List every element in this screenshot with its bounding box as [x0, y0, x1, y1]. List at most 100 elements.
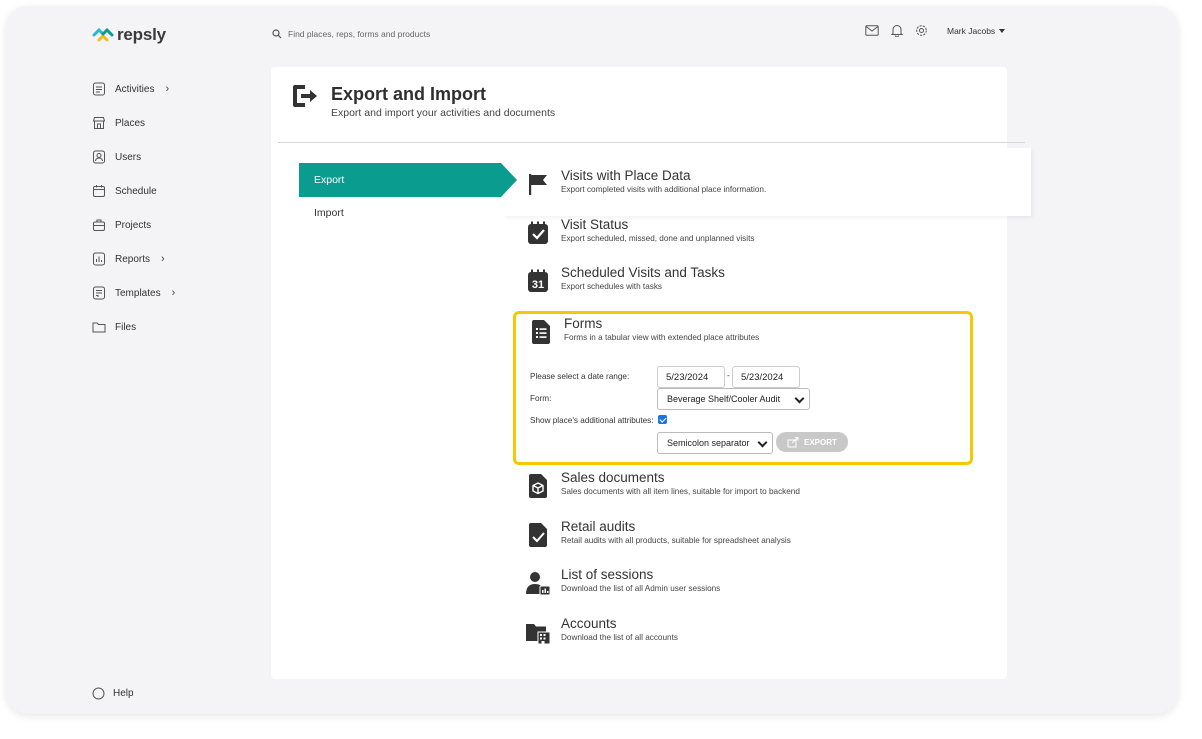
export-desc: Download the list of all accounts — [561, 633, 678, 642]
sidebar-item-activities[interactable]: Activities › — [92, 72, 242, 106]
separator-select[interactable]: Semicolon separator — [657, 432, 773, 454]
help-label: Help — [113, 688, 134, 699]
page-header: Export and Import Export and import your… — [291, 83, 555, 119]
export-arrow-icon — [787, 436, 799, 447]
checkbox-icon — [525, 219, 551, 247]
chevron-right-icon: › — [161, 253, 165, 265]
attributes-checkbox[interactable] — [658, 415, 667, 424]
sidebar-item-label: Places — [115, 117, 146, 129]
export-title: Accounts — [561, 616, 617, 631]
chart-icon — [92, 252, 106, 266]
export-desc: Download the list of all Admin user sess… — [561, 584, 721, 593]
date-from-input[interactable] — [657, 366, 725, 388]
sidebar-item-files[interactable]: Files — [92, 310, 242, 344]
app-window: repsly Mark Jacobs Activities › — [6, 6, 1178, 714]
export-button[interactable]: EXPORT — [776, 432, 848, 452]
sidebar-item-users[interactable]: Users — [92, 140, 242, 174]
repsly-logo-icon — [92, 27, 114, 42]
sidebar: Activities › Places Users Schedule Proje… — [92, 72, 242, 344]
sessions-icon — [525, 569, 551, 597]
accounts-icon — [525, 618, 551, 646]
user-name: Mark Jacobs — [947, 26, 996, 36]
search-input[interactable] — [288, 29, 668, 39]
global-search — [272, 26, 692, 42]
calendar-31-icon: 31 — [525, 267, 551, 295]
export-forms[interactable]: Forms Forms in a tabular view with extend… — [528, 316, 759, 346]
bell-icon[interactable] — [891, 24, 903, 37]
form-icon — [528, 318, 554, 346]
sidebar-item-places[interactable]: Places — [92, 106, 242, 140]
tab-export[interactable]: Export — [299, 163, 517, 197]
sidebar-item-schedule[interactable]: Schedule — [92, 174, 242, 208]
export-accounts[interactable]: Accounts Download the list of all account… — [525, 616, 678, 646]
list-icon — [92, 82, 106, 96]
export-visit-status[interactable]: Visit Status Export scheduled, missed, do… — [525, 217, 754, 247]
tab-import[interactable]: Import — [314, 207, 344, 219]
export-title: Scheduled Visits and Tasks — [561, 265, 725, 280]
sidebar-item-label: Files — [115, 321, 137, 333]
date-to-input[interactable] — [732, 366, 800, 388]
sales-document-icon — [525, 472, 551, 500]
header-actions — [865, 24, 928, 37]
export-sales-documents[interactable]: Sales documents Sales documents with all … — [525, 470, 800, 500]
gear-icon[interactable] — [915, 24, 928, 37]
export-desc: Export schedules with tasks — [561, 282, 663, 291]
header-divider — [278, 142, 1025, 143]
sidebar-item-label: Templates — [115, 287, 161, 299]
export-title: Visits with Place Data — [561, 168, 691, 183]
store-icon — [92, 116, 106, 130]
sidebar-item-templates[interactable]: Templates › — [92, 276, 242, 310]
user-icon — [92, 150, 106, 164]
chevron-down-icon — [757, 437, 768, 448]
repsly-logo[interactable]: repsly — [92, 25, 166, 45]
date-range-label: Please select a date range: — [530, 372, 630, 381]
export-desc: Sales documents with all item lines, sui… — [561, 487, 800, 496]
export-scheduled-visits-and-tasks[interactable]: 31 Scheduled Visits and Tasks Export sche… — [525, 265, 725, 295]
sidebar-item-label: Users — [115, 151, 142, 163]
page-subtitle: Export and import your activities and do… — [331, 107, 556, 119]
export-import-panel: Export and Import Export and import your… — [271, 67, 1031, 679]
export-title: Visit Status — [561, 217, 629, 232]
page-title: Export and Import — [331, 84, 487, 104]
search-icon — [272, 29, 282, 39]
flag-icon — [525, 170, 551, 198]
form-label: Form: — [530, 394, 552, 403]
sidebar-item-label: Activities — [115, 83, 155, 95]
chevron-down-icon — [999, 29, 1006, 33]
mail-icon[interactable] — [865, 25, 879, 36]
export-desc: Forms in a tabular view with extended pl… — [564, 333, 760, 342]
export-list-of-sessions[interactable]: List of sessions Download the list of all… — [525, 567, 720, 597]
logo-text: repsly — [117, 25, 166, 44]
calendar-day-number: 31 — [532, 279, 544, 291]
forms-export-card: Forms Forms in a tabular view with extend… — [513, 311, 973, 465]
tab-export-label: Export — [314, 174, 345, 186]
chevron-right-icon: › — [171, 287, 176, 299]
date-separator: - — [727, 371, 730, 380]
chevron-down-icon — [794, 393, 805, 404]
export-visits-with-place-data[interactable]: Visits with Place Data Export completed v… — [525, 168, 766, 198]
sidebar-item-reports[interactable]: Reports › — [92, 242, 242, 276]
attributes-label: Show place's additional attributes: — [530, 416, 654, 425]
folder-icon — [92, 320, 106, 334]
briefcase-icon — [92, 218, 106, 232]
sidebar-item-label: Schedule — [115, 185, 157, 197]
export-icon — [293, 85, 317, 107]
export-button-label: EXPORT — [804, 437, 837, 447]
user-menu[interactable]: Mark Jacobs — [947, 26, 1006, 36]
template-icon — [92, 286, 106, 300]
help-link[interactable]: Help — [92, 687, 134, 700]
export-title: Retail audits — [561, 519, 636, 534]
form-select-value: Beverage Shelf/Cooler Audit — [667, 394, 781, 404]
form-select[interactable]: Beverage Shelf/Cooler Audit — [657, 388, 810, 410]
sidebar-item-label: Projects — [115, 219, 152, 231]
export-retail-audits[interactable]: Retail audits Retail audits with all prod… — [525, 519, 791, 549]
export-desc: Export scheduled, missed, done and unpla… — [561, 234, 755, 243]
help-icon — [92, 687, 105, 700]
export-desc: Export completed visits with additional … — [561, 185, 767, 194]
chevron-right-icon: › — [165, 83, 170, 95]
sidebar-item-projects[interactable]: Projects — [92, 208, 242, 242]
calendar-icon — [92, 184, 106, 198]
sidebar-item-label: Reports — [115, 253, 151, 265]
separator-select-value: Semicolon separator — [667, 438, 750, 448]
export-desc: Retail audits with all products, suitabl… — [561, 536, 791, 545]
